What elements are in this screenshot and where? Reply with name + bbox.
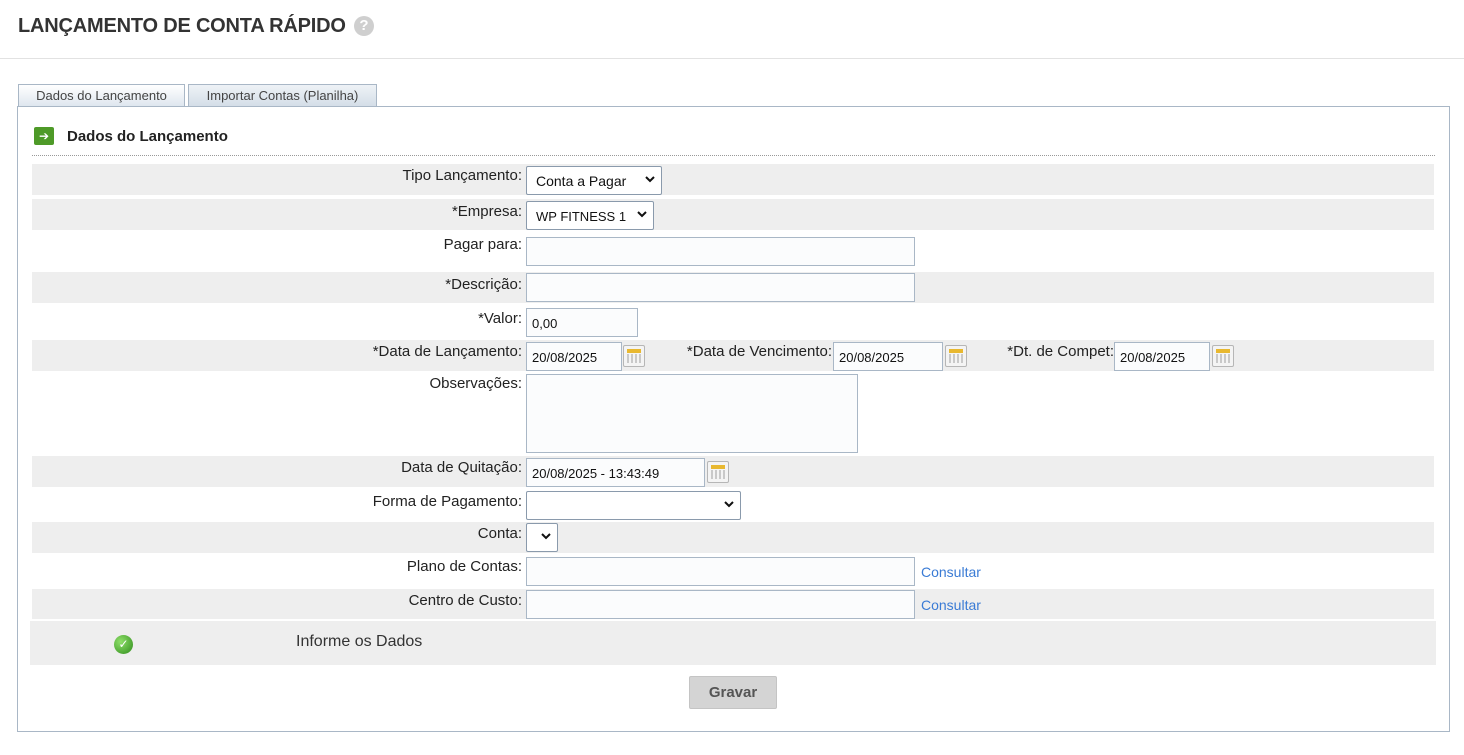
descricao-input[interactable] [526, 273, 915, 302]
tipo-lancamento-label: Tipo Lançamento: [402, 167, 522, 184]
tab-dados-lancamento[interactable]: Dados do Lançamento [18, 84, 185, 107]
calendar-icon[interactable] [623, 345, 645, 367]
row-plano-contas: Plano de Contas: Consultar [32, 555, 1434, 587]
observacoes-label: Observações: [429, 375, 522, 392]
row-valor: *Valor: 0,00 [32, 306, 1434, 338]
valor-label: *Valor: [478, 310, 522, 327]
status-message: Informe os Dados [296, 633, 423, 650]
row-data-quitacao: Data de Quitação: 20/08/2025 - 13:43:49 [32, 456, 1434, 487]
tipo-lancamento-select[interactable]: Conta a Pagar [526, 166, 662, 195]
plano-contas-consultar-link[interactable]: Consultar [921, 564, 981, 580]
conta-label: Conta: [477, 525, 522, 542]
empresa-label: *Empresa: [451, 203, 522, 220]
calendar-icon[interactable] [707, 461, 729, 483]
calendar-icon[interactable] [945, 345, 967, 367]
save-button[interactable]: Gravar [689, 676, 777, 709]
page-header: LANÇAMENTO DE CONTA RÁPIDO ? [0, 0, 1464, 59]
row-descricao: *Descrição: [32, 272, 1434, 303]
form-panel: ➔ Dados do Lançamento Tipo Lançamento: C… [17, 106, 1450, 732]
chevron-down-icon [645, 176, 655, 183]
arrow-right-icon: ➔ [34, 127, 54, 145]
row-pagar-para: Pagar para: [32, 233, 1434, 266]
observacoes-textarea[interactable] [526, 374, 858, 453]
data-lancamento-label: *Data de Lançamento: [372, 343, 522, 360]
descricao-label: *Descrição: [445, 276, 522, 293]
row-observacoes: Observações: [32, 373, 1434, 455]
plano-contas-input[interactable] [526, 557, 915, 586]
row-centro-custo: Centro de Custo: Consultar [32, 589, 1434, 619]
row-conta: Conta: [32, 522, 1434, 553]
row-datas: *Data de Lançamento: 20/08/2025 *Data de… [32, 340, 1434, 371]
forma-pagamento-select[interactable] [526, 491, 741, 520]
valor-input[interactable]: 0,00 [526, 308, 638, 337]
forma-pagamento-label: Forma de Pagamento: [372, 493, 522, 510]
conta-select[interactable] [526, 523, 558, 552]
data-quitacao-label: Data de Quitação: [401, 459, 522, 476]
empresa-select[interactable]: WP FITNESS 1 [526, 201, 654, 230]
chevron-down-icon [637, 211, 647, 218]
data-vencimento-label: *Data de Vencimento: [686, 343, 832, 360]
row-forma-pagamento: Forma de Pagamento: [32, 489, 1434, 521]
data-vencimento-input[interactable]: 20/08/2025 [833, 342, 943, 371]
centro-custo-consultar-link[interactable]: Consultar [921, 597, 981, 613]
page-title: LANÇAMENTO DE CONTA RÁPIDO [18, 15, 346, 37]
dt-compet-label: *Dt. de Compet: [1007, 343, 1114, 360]
section-title: Dados do Lançamento [67, 128, 228, 145]
pagar-para-input[interactable] [526, 237, 915, 266]
chevron-down-icon [541, 533, 551, 540]
section-divider [32, 155, 1435, 156]
plano-contas-label: Plano de Contas: [406, 558, 522, 575]
status-bar: ✓ Informe os Dados [30, 621, 1436, 665]
calendar-icon[interactable] [1212, 345, 1234, 367]
row-empresa: *Empresa: WP FITNESS 1 [32, 199, 1434, 230]
tipo-lancamento-value: Conta a Pagar [536, 173, 627, 189]
help-icon[interactable]: ? [354, 16, 374, 36]
chevron-down-icon [724, 501, 734, 508]
data-lancamento-input[interactable]: 20/08/2025 [526, 342, 622, 371]
pagar-para-label: Pagar para: [443, 236, 522, 253]
dt-compet-input[interactable]: 20/08/2025 [1114, 342, 1210, 371]
tab-importar-contas[interactable]: Importar Contas (Planilha) [188, 84, 377, 107]
data-quitacao-input[interactable]: 20/08/2025 - 13:43:49 [526, 458, 705, 487]
empresa-value: WP FITNESS 1 [536, 209, 627, 224]
centro-custo-label: Centro de Custo: [408, 592, 522, 609]
check-circle-icon: ✓ [114, 635, 133, 654]
row-tipo-lancamento: Tipo Lançamento: Conta a Pagar [32, 164, 1434, 195]
centro-custo-input[interactable] [526, 590, 915, 619]
